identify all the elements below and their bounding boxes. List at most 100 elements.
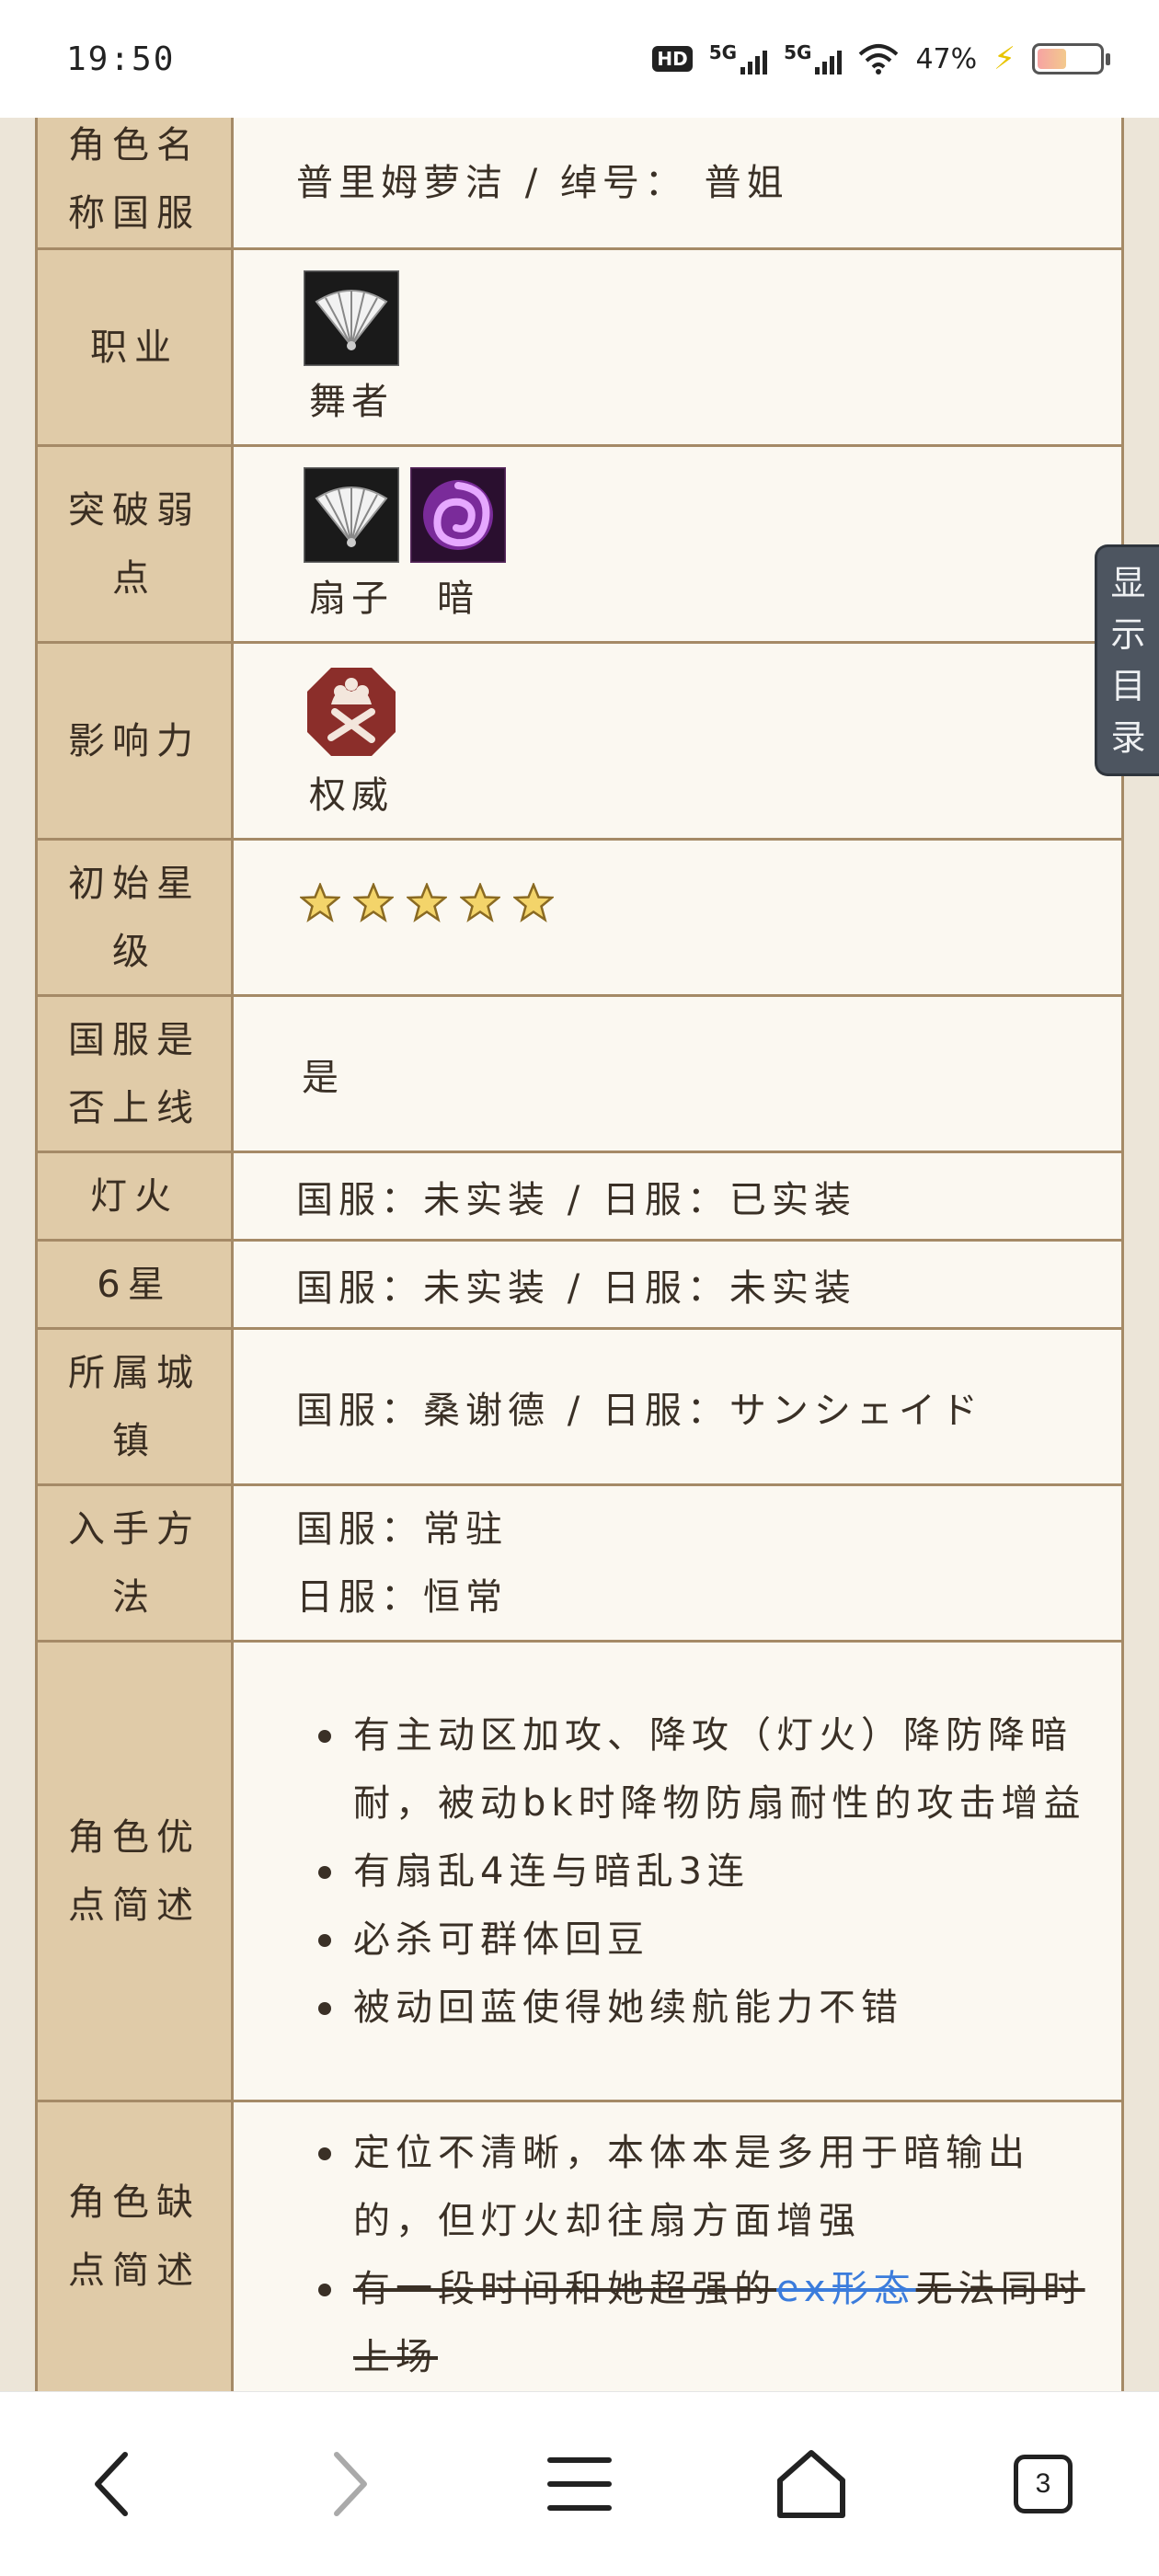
table-row: 职业 舞者 (35, 247, 1124, 447)
row-value-weakness: 扇子 暗 (231, 444, 1124, 644)
table-row: 6星 国服：未实装 / 日服：未实装 (35, 1239, 1124, 1330)
signal-icon-2: 5G (784, 41, 843, 74)
key-text: 角色缺 (68, 2181, 201, 2224)
table-row: 所属城 镇 国服：桑谢德 / 日服：サンシェイド (35, 1327, 1124, 1486)
fan-icon (304, 466, 399, 563)
key-text: 级 (112, 930, 156, 973)
ex-form-link[interactable]: ex形态 (776, 2268, 916, 2310)
toc-label-char: 显 (1110, 563, 1146, 603)
row-key-influence: 影响力 (35, 641, 234, 841)
tabs-icon: 3 (1014, 2455, 1073, 2513)
row-key-cons: 角色缺 点简述 (35, 2100, 234, 2391)
row-key-obtain: 入手方 法 (35, 1483, 234, 1643)
row-value-cons: 定位不清晰，本体本是多用于暗输出的，但灯火却往扇方面增强 有一段时间和她超强的e… (231, 2100, 1124, 2391)
signal-icon-1: 5G (708, 41, 768, 74)
key-text: 法 (112, 1575, 156, 1619)
table-row: 初始星 级 (35, 838, 1124, 997)
key-text: 入手方 (68, 1507, 201, 1551)
key-text: 所属城 (68, 1351, 201, 1394)
list-item: 有主动区加攻、降攻（灯火）降防降暗耐，被动bk时降物防扇耐性的攻击增益 (318, 1701, 1108, 1838)
list-item: 有扇乱4连与暗乱3连 (318, 1838, 1108, 1906)
star-icon (513, 883, 554, 922)
table-row: 角色优 点简述 有主动区加攻、降攻（灯火）降防降暗耐，被动bk时降物防扇耐性的攻… (35, 1640, 1124, 2102)
network-type-1: 5G (708, 41, 738, 63)
menu-icon (547, 2457, 612, 2511)
home-icon (777, 2450, 845, 2518)
row-value-pros: 有主动区加攻、降攻（灯火）降防降暗耐，被动bk时降物防扇耐性的攻击增益 有扇乱4… (231, 1640, 1124, 2102)
weakness-caption-2: 暗 (437, 577, 479, 620)
status-icons: HD 5G 5G 47% ⚡ (652, 40, 1110, 77)
status-time: 19:50 (66, 40, 176, 78)
tabs-button[interactable]: 3 (997, 2438, 1089, 2530)
fan-icon (304, 269, 399, 366)
list-item: 定位不清晰，本体本是多用于暗输出的，但灯火却往扇方面增强 (318, 2119, 1108, 2255)
toc-label-char: 录 (1110, 717, 1146, 758)
row-value-cn-online: 是 (231, 994, 1124, 1153)
chevron-left-icon (95, 2452, 128, 2516)
key-text: 点简述 (68, 2250, 201, 2292)
home-button[interactable] (765, 2438, 857, 2530)
table-row: 入手方 法 国服：常驻 日服：恒常 (35, 1483, 1124, 1643)
forward-button[interactable] (302, 2438, 394, 2530)
network-type-2: 5G (784, 41, 812, 63)
hd-voice-icon: HD (652, 46, 693, 72)
key-text: 点简述 (68, 1883, 201, 1927)
key-text: 角色名 (68, 124, 201, 166)
row-key-town: 所属城 镇 (35, 1327, 234, 1486)
row-value-name: 普里姆萝洁 / 绰号： 普姐 (231, 118, 1124, 250)
browser-bottom-nav: 3 (0, 2391, 1159, 2576)
row-key-pros: 角色优 点简述 (35, 1640, 234, 2102)
star-rating (300, 883, 1121, 923)
key-text: 国服是 (68, 1018, 201, 1061)
row-value-obtain: 国服：常驻 日服：恒常 (231, 1483, 1124, 1643)
influence-caption: 权威 (309, 773, 394, 817)
star-icon (353, 883, 394, 922)
row-value-town: 国服：桑谢德 / 日服：サンシェイド (231, 1327, 1124, 1486)
row-key-job: 职业 (35, 247, 234, 447)
battery-percent: 47% (915, 42, 978, 75)
weakness-caption-1: 扇子 (309, 577, 394, 620)
job-caption: 舞者 (309, 380, 394, 423)
back-button[interactable] (68, 2438, 160, 2530)
character-info-table: 角色名 称国服 普里姆萝洁 / 绰号： 普姐 职业 舞者 突破弱 点 扇子 暗 … (35, 118, 1124, 2391)
obtain-cn: 国服：常驻 (296, 1507, 508, 1551)
page-content[interactable]: 角色名 称国服 普里姆萝洁 / 绰号： 普姐 职业 舞者 突破弱 点 扇子 暗 … (0, 118, 1159, 2391)
battery-icon (1032, 43, 1110, 74)
row-value-influence: 权威 (231, 641, 1124, 841)
table-row: 影响力 权威 (35, 641, 1124, 841)
star-icon (407, 883, 447, 922)
row-key-six-star: 6星 (35, 1239, 234, 1330)
row-value-six-star: 国服：未实装 / 日服：未实装 (231, 1239, 1124, 1330)
menu-button[interactable] (534, 2438, 625, 2530)
tab-count: 3 (1035, 2468, 1051, 2499)
table-row: 角色缺 点简述 定位不清晰，本体本是多用于暗输出的，但灯火却往扇方面增强 有一段… (35, 2100, 1124, 2391)
key-text: 镇 (112, 1419, 156, 1462)
toc-label-char: 示 (1110, 614, 1146, 655)
table-row: 国服是 否上线 是 (35, 994, 1124, 1153)
star-icon (300, 883, 340, 922)
table-row: 角色名 称国服 普里姆萝洁 / 绰号： 普姐 (35, 118, 1124, 250)
dark-swirl-icon (410, 466, 506, 563)
show-toc-button[interactable]: 显 示 目 录 (1095, 544, 1159, 776)
table-row: 突破弱 点 扇子 暗 (35, 444, 1124, 644)
row-key-cn-online: 国服是 否上线 (35, 994, 234, 1153)
key-text: 初始星 (68, 862, 201, 905)
row-key-lamp: 灯火 (35, 1151, 234, 1242)
status-bar: 19:50 HD 5G 5G 47% ⚡ (0, 0, 1159, 118)
charging-icon: ⚡ (993, 40, 1016, 77)
star-icon (460, 883, 500, 922)
list-item: 必杀可群体回豆 (318, 1906, 1108, 1974)
chevron-right-icon (334, 2452, 367, 2516)
obtain-jp: 日服：恒常 (296, 1575, 508, 1619)
key-text: 角色优 (68, 1815, 201, 1859)
row-key-stars: 初始星 级 (35, 838, 234, 997)
list-item: 被动回蓝使得她续航能力不错 (318, 1974, 1108, 2042)
key-text: 点 (112, 556, 156, 600)
row-key-name: 角色名 称国服 (35, 118, 234, 250)
table-row: 灯火 国服：未实装 / 日服：已实装 (35, 1151, 1124, 1242)
key-text: 否上线 (68, 1086, 201, 1129)
wifi-icon (859, 44, 899, 74)
authority-crest-icon (307, 667, 396, 756)
toc-label-char: 目 (1110, 666, 1146, 706)
row-value-job: 舞者 (231, 247, 1124, 447)
